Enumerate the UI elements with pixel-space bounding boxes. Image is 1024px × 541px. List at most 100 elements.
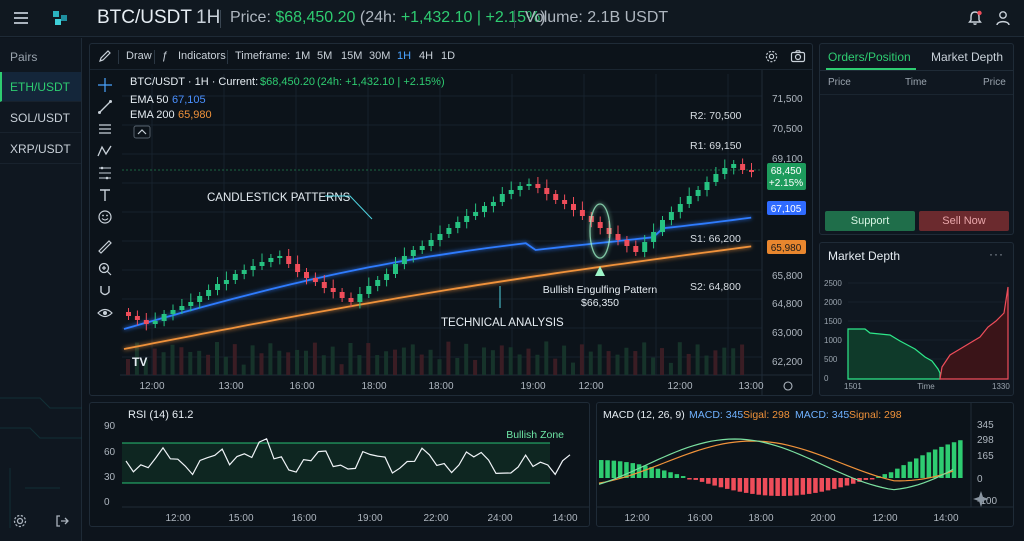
sidebar-item-sol-usdt[interactable]: SOL/USDT — [0, 103, 81, 133]
magnet-icon[interactable] — [97, 283, 113, 299]
ema200-price-badge-value: 65,980 — [771, 243, 802, 254]
more-options-icon[interactable]: ··· — [989, 247, 1004, 261]
macd-histogram-bar — [869, 478, 875, 480]
volume-bar — [384, 351, 389, 375]
legend-change: (24h: +1,432.10 | +2.15%) — [317, 76, 445, 88]
trend-line-icon[interactable] — [97, 99, 113, 115]
header-divider — [220, 10, 221, 28]
candle-body — [428, 240, 434, 246]
volume-bar — [562, 345, 567, 375]
menu-icon[interactable] — [14, 12, 28, 24]
fib-icon[interactable] — [97, 165, 113, 181]
trading-app: BTC/USDT 1H Price: $68,450.20 (24h: +1,43… — [0, 0, 1024, 541]
macd-x-tick: 20:00 — [810, 513, 835, 524]
volume-bar — [597, 344, 602, 375]
notification-bell-icon[interactable] — [966, 9, 984, 27]
volume-bar — [499, 345, 504, 375]
timeframe-4h[interactable]: 4H — [419, 50, 433, 62]
macd-x-tick: 14:00 — [933, 513, 958, 524]
draw-button[interactable]: Draw — [126, 50, 152, 62]
candle-body — [562, 200, 568, 204]
settings-gear-icon[interactable] — [12, 513, 28, 529]
time-axis-tick: 16:00 — [289, 381, 314, 392]
macd-histogram-bar — [838, 478, 843, 488]
timeframe-1h[interactable]: 1H — [397, 50, 411, 62]
macd-histogram-bar — [844, 478, 850, 486]
logout-icon[interactable] — [54, 513, 70, 529]
macd-histogram-bar — [794, 478, 799, 496]
candle-body — [384, 274, 390, 280]
candle-body — [134, 316, 140, 320]
macd-histogram-bar — [895, 468, 900, 478]
volume-bar — [677, 342, 682, 375]
ruler-icon[interactable] — [97, 239, 113, 255]
emoji-icon[interactable] — [97, 209, 113, 225]
candle-body — [526, 184, 532, 186]
pencil-icon[interactable] — [98, 49, 112, 63]
eye-icon[interactable] — [97, 305, 113, 321]
volume-bar — [188, 351, 193, 375]
volume-bar — [553, 358, 558, 375]
volume-bar — [321, 355, 326, 375]
depth-y-tick: 500 — [824, 355, 838, 364]
macd-histogram-bar — [725, 478, 730, 489]
chart-settings-icon[interactable] — [764, 49, 779, 64]
horizontal-lines-icon[interactable] — [97, 121, 113, 137]
candle-body — [677, 204, 683, 212]
volume-bar — [206, 354, 211, 375]
tab-orders-position[interactable]: Orders/Position — [828, 50, 911, 64]
crosshair-icon[interactable] — [97, 77, 113, 93]
current-price-badge-value: 68,450 — [771, 166, 802, 177]
timeframe-15m[interactable]: 15M — [341, 50, 362, 62]
volume-bar — [428, 349, 433, 375]
price-chart[interactable]: R2: 70,500 R1: 69,150 S1: 66,200 S2: 64,800… — [90, 44, 812, 395]
zoom-icon[interactable] — [97, 261, 113, 277]
macd-histogram-bar — [687, 478, 692, 480]
drawing-tools — [90, 71, 120, 396]
sell-now-button[interactable]: Sell Now — [919, 211, 1009, 231]
sidebar-item-eth-usdt[interactable]: ETH/USDT — [0, 72, 81, 102]
macd-histogram-bar — [743, 478, 749, 493]
app-logo-icon — [53, 11, 67, 25]
volume-bar — [179, 347, 184, 375]
timeframe-30m[interactable]: 30M — [369, 50, 390, 62]
sidebar-item-xrp-usdt[interactable]: XRP/USDT — [0, 134, 81, 164]
collapse-legend-button — [133, 125, 151, 139]
column-header-price: Price — [828, 77, 851, 88]
volume-bar — [286, 352, 291, 375]
current-price-badge-change: +2.15% — [769, 178, 803, 189]
tab-market-depth[interactable]: Market Depth — [931, 50, 1003, 64]
camera-icon[interactable] — [790, 49, 806, 64]
text-tool-icon[interactable] — [97, 187, 113, 203]
timeframe-5m[interactable]: 5M — [317, 50, 332, 62]
volume-bar — [419, 354, 424, 375]
rsi-y-tick: 0 — [104, 497, 110, 508]
timeframe-label: Timeframe: — [235, 50, 291, 62]
function-icon[interactable]: ƒ — [162, 50, 168, 62]
candle-body — [731, 164, 737, 168]
market-depth-title: Market Depth — [828, 249, 901, 263]
candle-body — [277, 256, 283, 258]
level-label: R1: 69,150 — [690, 140, 742, 152]
pattern-icon[interactable] — [97, 143, 113, 159]
volume-bar — [624, 347, 629, 375]
support-button[interactable]: Support — [825, 211, 915, 231]
user-profile-icon[interactable] — [994, 9, 1012, 27]
ema200-value: 65,980 — [178, 109, 212, 121]
macd-histogram-bar — [662, 470, 667, 478]
candle-body — [695, 190, 701, 196]
volume-bar — [259, 353, 264, 375]
volume-bar — [482, 347, 486, 375]
annotation-candlestick-patterns: CANDLESTICK PATTERNS — [207, 192, 351, 204]
macd-histogram-bar — [756, 478, 761, 495]
timeframe-1m[interactable]: 1M — [295, 50, 310, 62]
volume-bar — [348, 342, 353, 375]
legend-price: $68,450.20 — [260, 76, 315, 88]
macd-histogram-bar — [901, 465, 906, 478]
rsi-y-tick: 60 — [104, 447, 116, 458]
indicators-button[interactable]: Indicators — [178, 50, 226, 62]
candle-body — [357, 294, 363, 302]
timeframe-1d[interactable]: 1D — [441, 50, 455, 62]
macd-histogram-bar — [926, 452, 932, 478]
candle-body — [197, 296, 203, 302]
